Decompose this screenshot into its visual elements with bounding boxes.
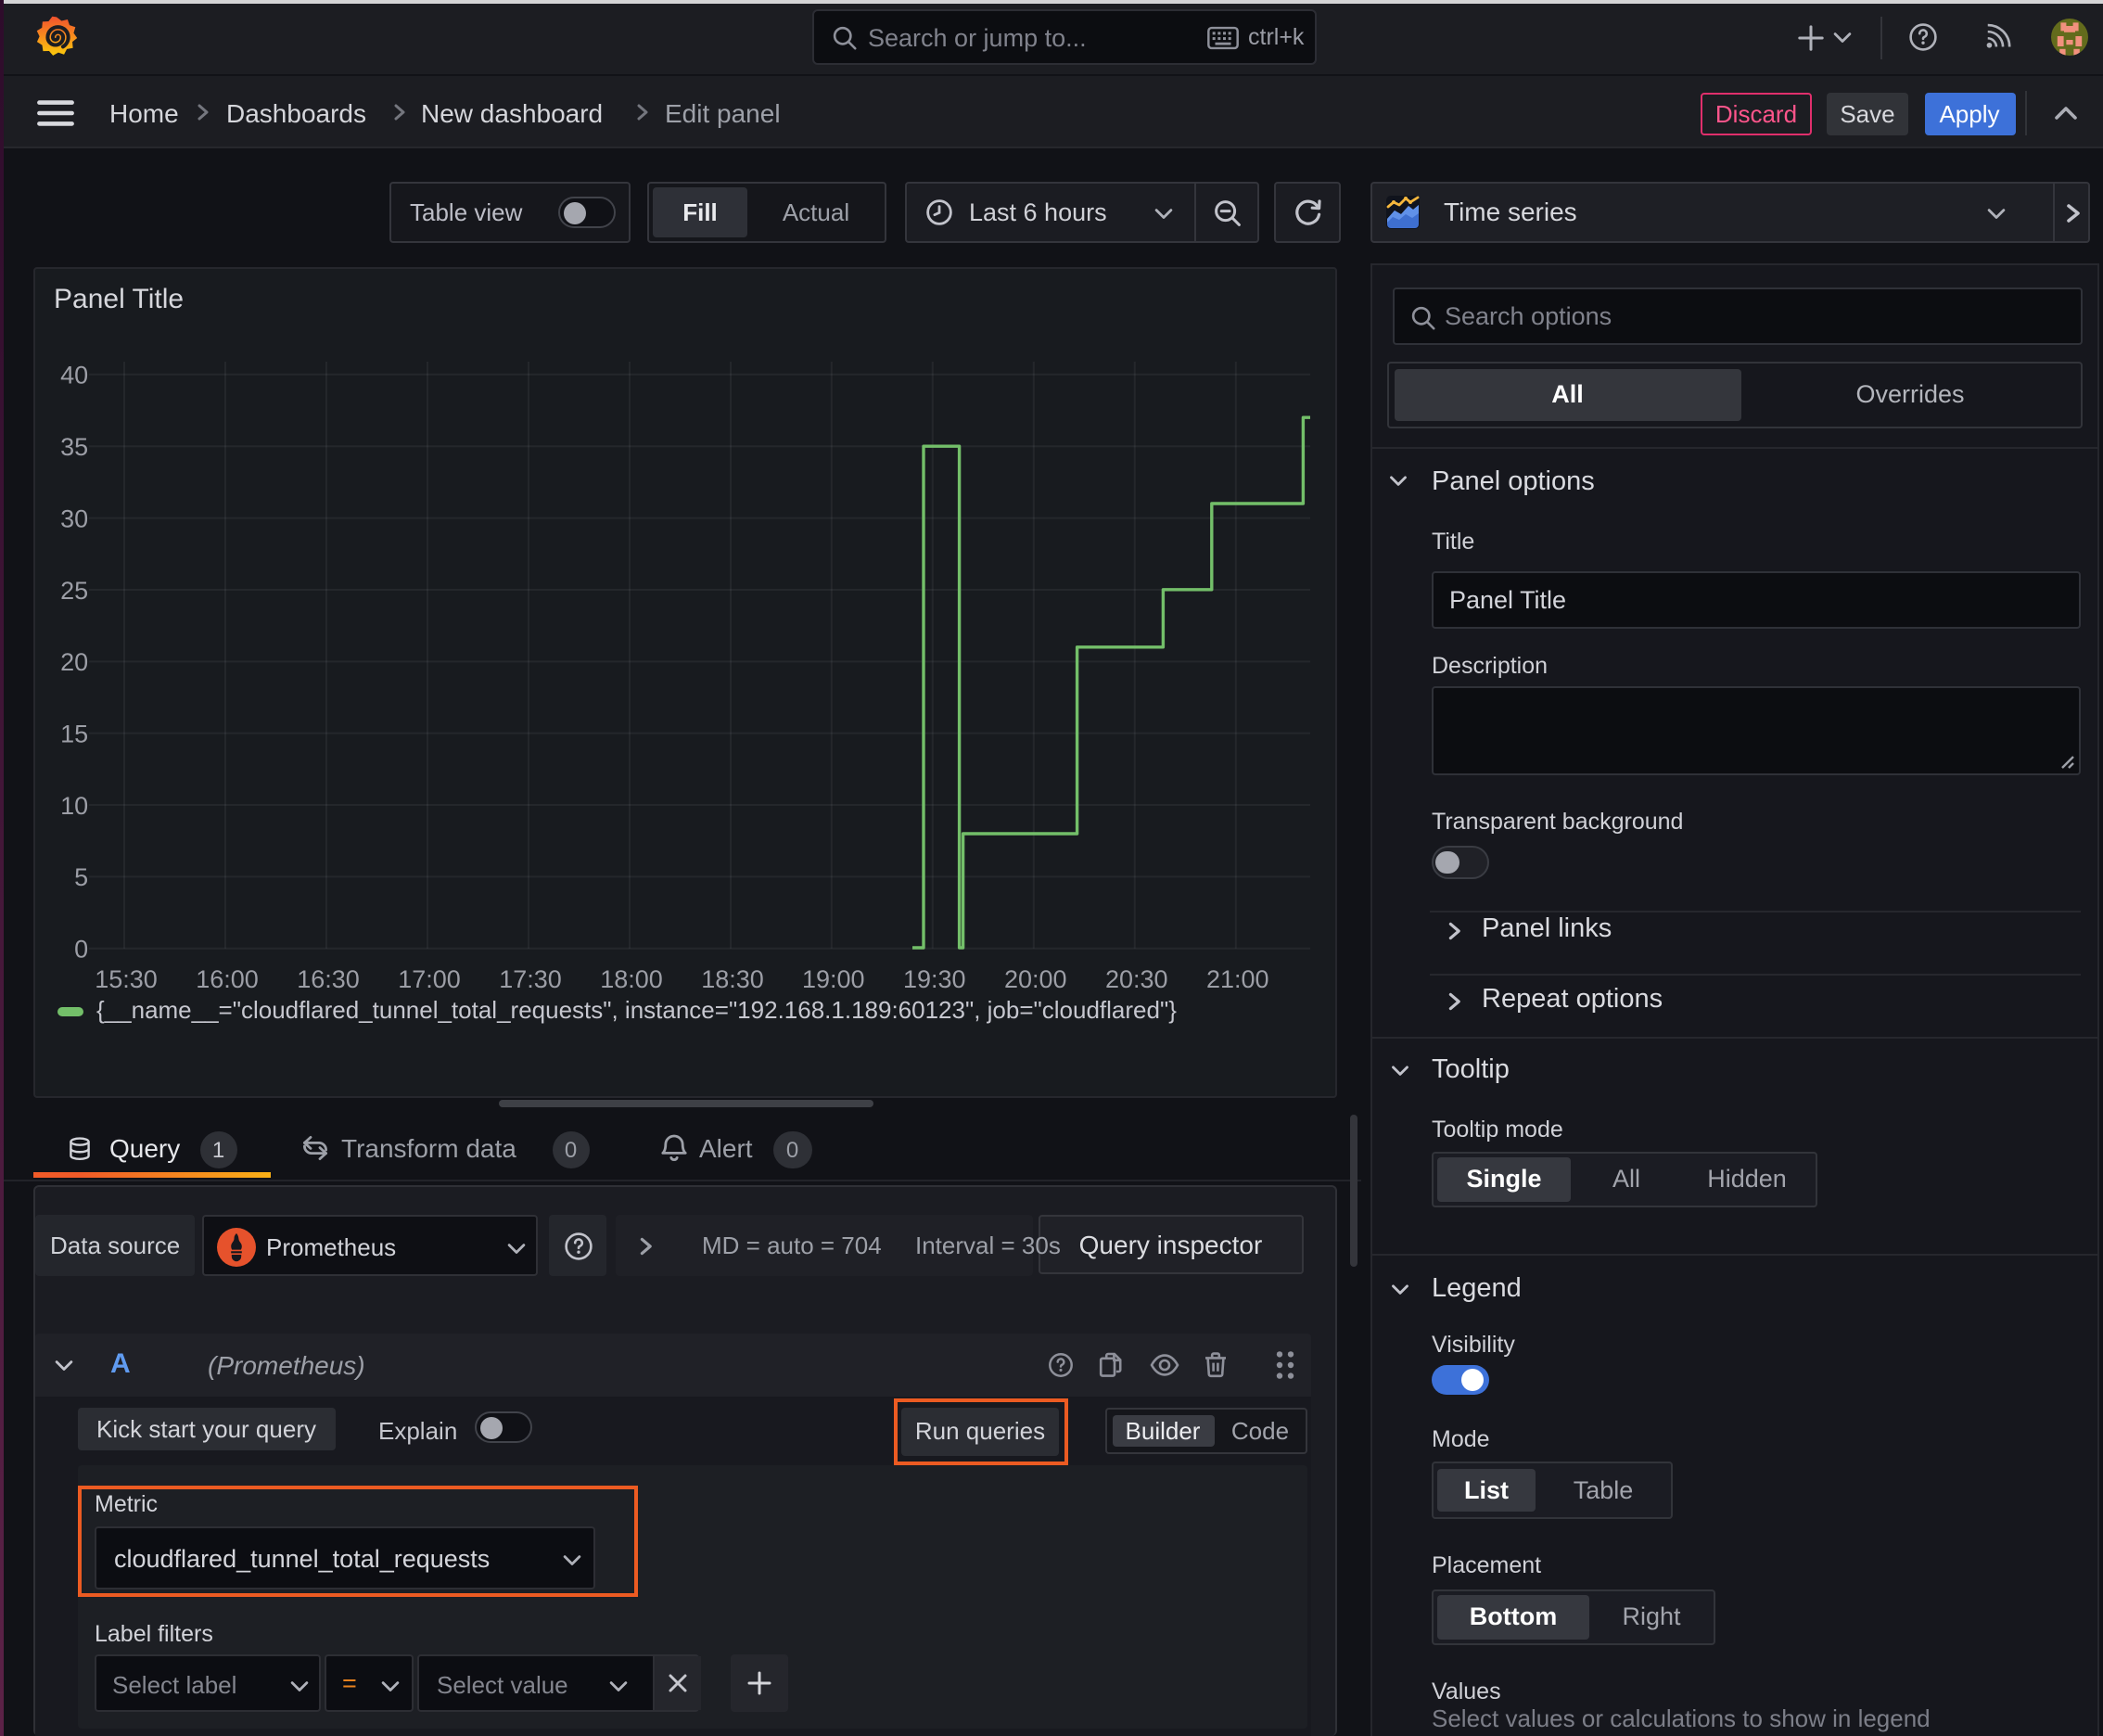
svg-text:5: 5 — [74, 863, 88, 891]
svg-text:10: 10 — [60, 792, 88, 820]
svg-text:25: 25 — [60, 577, 88, 605]
svg-text:0: 0 — [74, 936, 88, 964]
svg-text:17:00: 17:00 — [398, 965, 461, 993]
svg-text:17:30: 17:30 — [499, 965, 562, 993]
svg-text:30: 30 — [60, 504, 88, 532]
svg-text:18:30: 18:30 — [701, 965, 764, 993]
svg-text:15:30: 15:30 — [95, 965, 158, 993]
svg-text:20:00: 20:00 — [1004, 965, 1067, 993]
svg-text:20: 20 — [60, 648, 88, 676]
svg-text:20:30: 20:30 — [1105, 965, 1168, 993]
svg-text:15: 15 — [60, 720, 88, 747]
svg-text:35: 35 — [60, 433, 88, 461]
svg-text:16:30: 16:30 — [297, 965, 360, 993]
svg-text:18:00: 18:00 — [600, 965, 663, 993]
svg-text:19:30: 19:30 — [903, 965, 966, 993]
svg-text:19:00: 19:00 — [802, 965, 865, 993]
svg-text:21:00: 21:00 — [1206, 965, 1269, 993]
svg-text:16:00: 16:00 — [196, 965, 259, 993]
svg-text:40: 40 — [60, 362, 88, 389]
